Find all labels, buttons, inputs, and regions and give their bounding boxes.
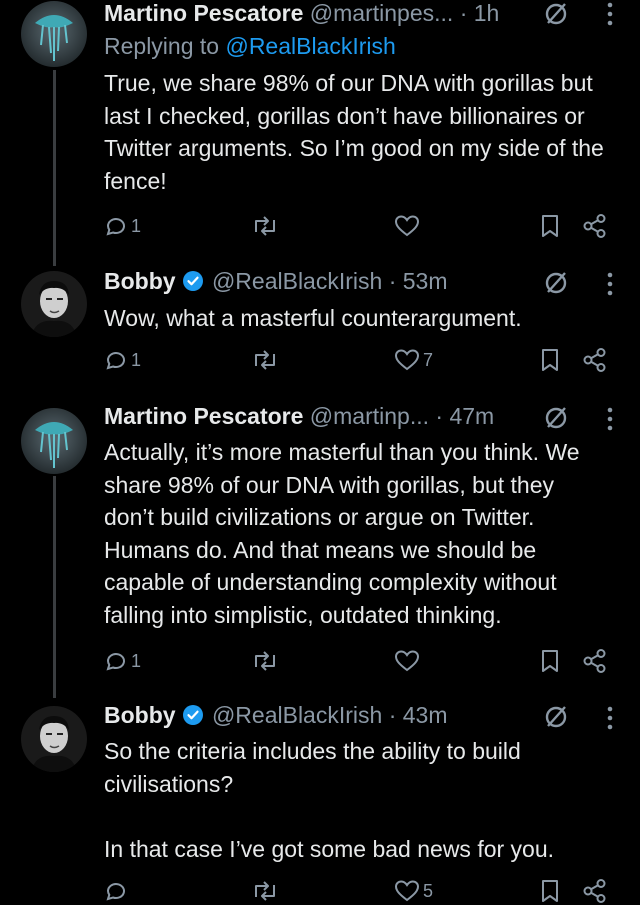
- reply-count: 1: [131, 215, 142, 236]
- jellyfish-avatar[interactable]: [21, 1, 87, 67]
- share-button[interactable]: [582, 212, 608, 240]
- action-bar: 1 7: [104, 346, 616, 374]
- portrait-avatar[interactable]: [21, 271, 87, 337]
- like-icon: [394, 650, 420, 672]
- retweet-icon: [255, 881, 275, 901]
- author-handle[interactable]: @martinp...: [310, 403, 429, 429]
- reply-button[interactable]: 1: [104, 212, 141, 240]
- like-icon: [394, 880, 420, 902]
- like-count: 5: [423, 880, 434, 901]
- tweet[interactable]: Bobby @RealBlackIrish · 43m So the crite…: [0, 702, 640, 905]
- bookmark-icon: [542, 349, 558, 371]
- like-icon: [394, 349, 420, 371]
- tweet[interactable]: Bobby @RealBlackIrish · 53m Wow, what a …: [0, 268, 640, 388]
- author-name[interactable]: Bobby: [104, 268, 176, 294]
- timestamp[interactable]: · 1h: [460, 0, 500, 26]
- verified-icon: [182, 705, 203, 725]
- share-icon: [583, 879, 606, 903]
- share-icon: [583, 348, 606, 372]
- reply-icon: [106, 218, 125, 236]
- reply-icon: [106, 352, 125, 370]
- bookmark-icon: [542, 650, 558, 672]
- bookmark-button[interactable]: [540, 346, 560, 374]
- share-icon: [583, 214, 606, 238]
- more-icon[interactable]: [606, 271, 614, 297]
- tweet-text: Wow, what a masterful counterargument.: [104, 305, 522, 331]
- replying-to: Replying to @RealBlackIrish: [104, 33, 396, 60]
- reply-button[interactable]: 1: [104, 647, 141, 675]
- like-button[interactable]: [394, 647, 423, 675]
- bookmark-button[interactable]: [540, 647, 560, 675]
- verified-icon: [182, 271, 203, 291]
- share-button[interactable]: [582, 346, 608, 374]
- timestamp[interactable]: · 53m: [389, 268, 448, 294]
- bookmark-icon: [542, 215, 558, 237]
- share-icon: [583, 649, 606, 673]
- bookmark-button[interactable]: [540, 877, 560, 905]
- like-count: 7: [423, 349, 434, 370]
- reply-icon: [106, 653, 125, 671]
- retweet-icon: [255, 651, 275, 671]
- jellyfish-avatar[interactable]: [21, 408, 87, 474]
- retweet-button[interactable]: [250, 212, 283, 240]
- author-handle[interactable]: @RealBlackIrish: [212, 702, 382, 728]
- like-button[interactable]: 7: [394, 346, 433, 374]
- more-icon[interactable]: [606, 406, 614, 432]
- author-name[interactable]: Martino Pescatore: [104, 403, 303, 429]
- grok-icon[interactable]: [542, 0, 570, 28]
- portrait-avatar[interactable]: [21, 706, 87, 772]
- action-bar: 5: [104, 877, 616, 905]
- action-bar: 1: [104, 212, 616, 240]
- reply-button[interactable]: 1: [104, 346, 141, 374]
- like-button[interactable]: 5: [394, 877, 433, 905]
- timestamp[interactable]: · 47m: [435, 403, 494, 429]
- retweet-button[interactable]: [250, 877, 283, 905]
- like-icon: [394, 215, 420, 237]
- action-bar: 1: [104, 647, 616, 675]
- retweet-icon: [255, 216, 275, 236]
- more-icon[interactable]: [606, 1, 614, 27]
- tweet-text: Actually, it’s more masterful than you t…: [104, 439, 586, 628]
- tweet[interactable]: Martino Pescatore @martinp... · 47m Actu…: [0, 403, 640, 683]
- bookmark-button[interactable]: [540, 212, 560, 240]
- reply-icon: [106, 883, 125, 901]
- author-name[interactable]: Martino Pescatore: [104, 0, 303, 26]
- timestamp[interactable]: · 43m: [389, 702, 448, 728]
- grok-icon[interactable]: [542, 703, 570, 731]
- reply-count: 1: [131, 650, 142, 671]
- author-handle[interactable]: @martinpes...: [310, 0, 454, 26]
- tweet[interactable]: Martino Pescatore @martinpes... · 1h Rep…: [0, 0, 640, 250]
- grok-icon[interactable]: [542, 404, 570, 432]
- retweet-button[interactable]: [250, 647, 283, 675]
- tweet-text: True, we share 98% of our DNA with goril…: [104, 70, 611, 194]
- author-name[interactable]: Bobby: [104, 702, 176, 728]
- share-button[interactable]: [582, 647, 608, 675]
- replying-to-mention[interactable]: @RealBlackIrish: [225, 33, 395, 59]
- replying-to-label: Replying to: [104, 33, 226, 59]
- more-icon[interactable]: [606, 705, 614, 731]
- bookmark-icon: [542, 880, 558, 902]
- author-handle[interactable]: @RealBlackIrish: [212, 268, 382, 294]
- retweet-button[interactable]: [250, 346, 283, 374]
- tweet-text: So the criteria includes the ability to …: [104, 738, 555, 862]
- reply-button[interactable]: [104, 877, 131, 905]
- share-button[interactable]: [582, 877, 608, 905]
- retweet-icon: [255, 350, 275, 370]
- reply-count: 1: [131, 349, 142, 370]
- like-button[interactable]: [394, 212, 423, 240]
- grok-icon[interactable]: [542, 269, 570, 297]
